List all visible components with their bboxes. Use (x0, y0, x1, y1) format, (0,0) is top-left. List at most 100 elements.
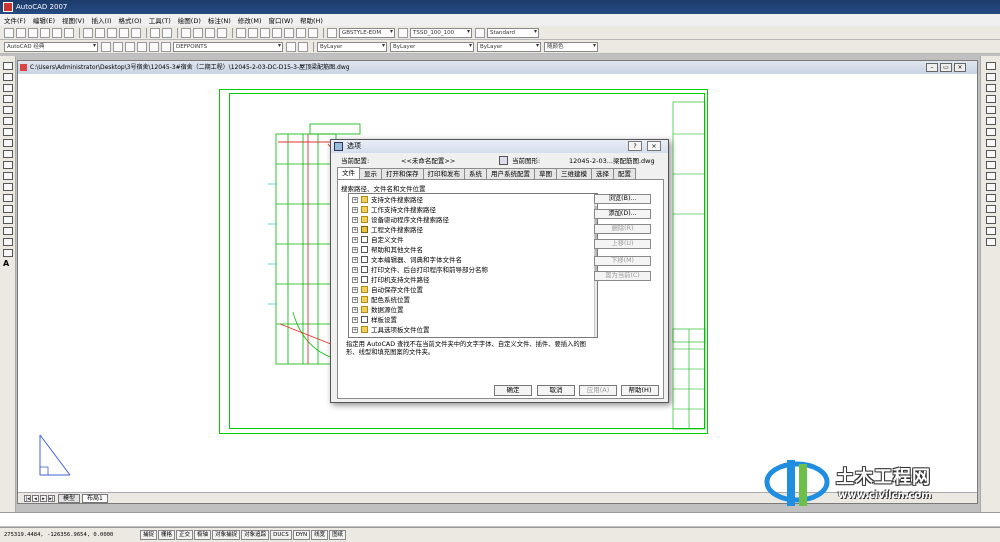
menu-view[interactable]: 视图(V) (62, 15, 85, 25)
region-icon[interactable] (3, 238, 13, 246)
menu-modify[interactable]: 修改(M) (238, 15, 262, 25)
ok-button[interactable]: 确定 (494, 385, 532, 396)
menu-format[interactable]: 格式(O) (119, 15, 142, 25)
menu-insert[interactable]: 插入(I) (92, 15, 112, 25)
design-center-icon[interactable] (248, 27, 258, 38)
block-editor-icon[interactable] (131, 27, 141, 38)
workspace-settings-icon[interactable] (101, 41, 111, 52)
table-style-combo[interactable]: Standard (487, 27, 539, 38)
tree-item[interactable]: + 自动保存文件位置 (352, 285, 423, 295)
add-button[interactable]: 添加(D)... (594, 209, 651, 219)
tree-item[interactable]: + 自定义文件 (352, 235, 404, 245)
chamfer-icon[interactable] (986, 216, 996, 224)
mirror-icon[interactable] (986, 84, 996, 92)
expand-icon[interactable]: + (352, 297, 358, 303)
tree-item[interactable]: + 配色系统位置 (352, 295, 410, 305)
move-icon[interactable] (986, 117, 996, 125)
remove-button[interactable]: 删除(R) (594, 224, 651, 234)
next-tab-icon[interactable]: ▸ (40, 494, 47, 502)
new-file-icon[interactable] (4, 27, 14, 38)
extend-icon[interactable] (986, 172, 996, 180)
scale-icon[interactable] (986, 139, 996, 147)
save-icon[interactable] (28, 27, 38, 38)
cut-icon[interactable] (83, 27, 93, 38)
tree-item[interactable]: + 帮助和其他文件名 (352, 245, 423, 255)
properties-icon[interactable] (236, 27, 246, 38)
hatch-icon[interactable] (3, 216, 13, 224)
set-current-button[interactable]: 置为当前(C) (594, 271, 651, 281)
move-down-button[interactable]: 下移(M) (594, 256, 651, 266)
tree-item[interactable]: + 设备驱动程序文件搜索路径 (352, 215, 449, 225)
osnap-toggle[interactable]: 对象捕捉 (212, 530, 241, 540)
print-icon[interactable] (40, 27, 50, 38)
gradient-icon[interactable] (3, 227, 13, 235)
multiline-text-icon[interactable]: A (3, 260, 13, 268)
ortho-toggle[interactable]: 正交 (176, 530, 194, 540)
menu-draw[interactable]: 绘图(D) (178, 15, 201, 25)
dim-style-combo[interactable]: TSSD_100_100 (410, 27, 472, 38)
expand-icon[interactable]: + (352, 227, 358, 233)
tab-system[interactable]: 系统 (464, 168, 487, 179)
erase-icon[interactable] (986, 62, 996, 70)
markup-icon[interactable] (284, 27, 294, 38)
lineweight-toggle[interactable]: 线宽 (311, 530, 329, 540)
spline-icon[interactable] (3, 150, 13, 158)
help-question-icon[interactable]: ? (628, 141, 642, 151)
tab-user-preferences[interactable]: 用户系统配置 (486, 168, 535, 179)
paper-toggle[interactable]: 图纸 (329, 530, 347, 540)
zoom-previous-icon[interactable] (217, 27, 227, 38)
close-icon[interactable]: × (954, 63, 966, 72)
sheet-set-icon[interactable] (272, 27, 282, 38)
prev-tab-icon[interactable]: ◂ (32, 494, 39, 502)
expand-icon[interactable]: + (352, 217, 358, 223)
polar-toggle[interactable]: 极轴 (194, 530, 212, 540)
tree-item[interactable]: + 工具选项板文件位置 (352, 325, 430, 335)
ellipse-arc-icon[interactable] (3, 172, 13, 180)
line-icon[interactable] (3, 62, 13, 70)
tree-item[interactable]: + 支持文件搜索路径 (352, 195, 423, 205)
trim-icon[interactable] (986, 161, 996, 169)
menu-help[interactable]: 帮助(H) (300, 15, 323, 25)
tree-item[interactable]: + 文本编辑器、词典和字体文件名 (352, 255, 462, 265)
last-tab-icon[interactable]: ▸| (48, 494, 55, 502)
quickcalc-icon[interactable] (296, 27, 306, 38)
tool-palettes-icon[interactable] (260, 27, 270, 38)
copy-object-icon[interactable] (986, 73, 996, 81)
command-line[interactable] (0, 512, 1000, 526)
tree-item[interactable]: + 工程文件搜索路径 (352, 225, 423, 235)
tab-open-save[interactable]: 打开和保存 (381, 168, 424, 179)
expand-icon[interactable]: + (352, 207, 358, 213)
zoom-window-icon[interactable] (205, 27, 215, 38)
lock-icon[interactable] (149, 41, 159, 52)
join-icon[interactable] (986, 205, 996, 213)
tree-item[interactable]: + 数据源位置 (352, 305, 404, 315)
help-button[interactable]: 帮助(H) (621, 385, 659, 396)
explode-icon[interactable] (986, 238, 996, 246)
make-block-icon[interactable] (3, 194, 13, 202)
arc-icon[interactable] (3, 117, 13, 125)
layer-previous-icon[interactable] (298, 41, 308, 52)
grid-toggle[interactable]: 栅格 (158, 530, 176, 540)
expand-icon[interactable]: + (352, 317, 358, 323)
tab-drafting[interactable]: 草图 (534, 168, 557, 179)
text-style-combo[interactable]: GBSTYLE-EDM (339, 27, 395, 38)
publish-icon[interactable] (64, 27, 74, 38)
stretch-icon[interactable] (986, 150, 996, 158)
snap-toggle[interactable]: 捕捉 (140, 530, 158, 540)
tab-model[interactable]: 模型 (58, 493, 81, 503)
rotate-icon[interactable] (986, 128, 996, 136)
first-tab-icon[interactable]: |◂ (24, 494, 31, 502)
sun-icon[interactable] (137, 41, 147, 52)
circle-icon[interactable] (3, 128, 13, 136)
tab-profiles[interactable]: 配置 (613, 168, 636, 179)
table-icon[interactable] (3, 249, 13, 257)
point-icon[interactable] (3, 205, 13, 213)
plot-style-combo[interactable]: 随颜色 (544, 41, 598, 52)
ducs-toggle[interactable]: DUCS (270, 530, 292, 540)
tree-item[interactable]: + 样板设置 (352, 315, 397, 325)
tab-3d-modeling[interactable]: 三维建模 (556, 168, 592, 179)
break-icon[interactable] (986, 194, 996, 202)
menu-file[interactable]: 文件(F) (4, 15, 26, 25)
expand-icon[interactable]: + (352, 267, 358, 273)
menu-tools[interactable]: 工具(T) (149, 15, 171, 25)
